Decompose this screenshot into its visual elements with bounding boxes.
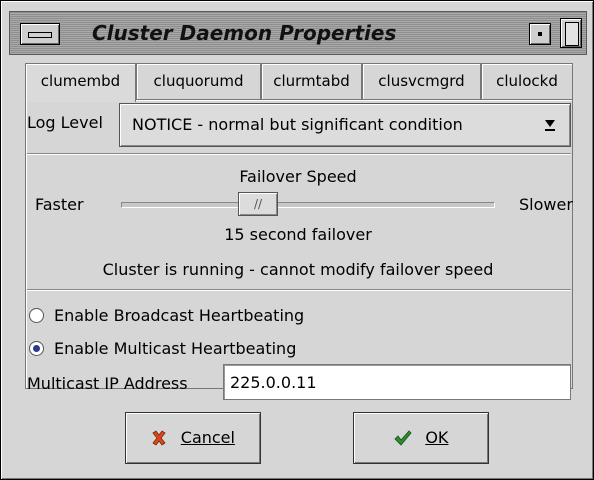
tab-clurmtabd[interactable]: clurmtabd	[261, 63, 362, 100]
window-title: Cluster Daemon Properties	[92, 21, 397, 45]
multicast-ip-label: Multicast IP Address	[27, 374, 188, 393]
broadcast-radio[interactable]	[29, 308, 44, 323]
log-level-label: Log Level	[27, 113, 103, 132]
failover-speed-slider-track[interactable]	[121, 202, 495, 208]
failover-speed-slider-thumb[interactable]: //	[238, 192, 278, 216]
cancel-label: Cancel	[180, 428, 235, 447]
failover-speed-title: Failover Speed	[239, 167, 357, 186]
failover-value-text: 15 second failover	[224, 225, 372, 244]
chevron-down-icon	[538, 110, 562, 140]
divider	[27, 153, 571, 155]
tab-clulockd[interactable]: clulockd	[481, 63, 573, 100]
slider-min-label: Faster	[35, 195, 84, 214]
cancel-button[interactable]: Cancel	[125, 412, 261, 464]
multicast-ip-input[interactable]	[223, 364, 571, 400]
multicast-heartbeat-option[interactable]: Enable Multicast Heartbeating	[29, 339, 296, 358]
divider	[27, 289, 571, 291]
broadcast-label: Enable Broadcast Heartbeating	[54, 306, 305, 325]
checkmark-icon	[394, 428, 418, 449]
cluster-status-text: Cluster is running - cannot modify failo…	[102, 260, 494, 279]
title-bar[interactable]: Cluster Daemon Properties	[9, 11, 587, 55]
window-menu-button[interactable]	[20, 23, 60, 45]
multicast-label: Enable Multicast Heartbeating	[54, 339, 297, 358]
tab-clusvcmgrd[interactable]: clusvcmgrd	[362, 63, 481, 100]
broadcast-heartbeat-option[interactable]: Enable Broadcast Heartbeating	[29, 306, 304, 325]
slider-max-label: Slower	[519, 195, 573, 214]
ok-button[interactable]: OK	[353, 412, 489, 464]
dialog-window: Cluster Daemon Properties clumembd cluqu…	[0, 0, 594, 480]
minimize-button[interactable]	[529, 23, 551, 45]
maximize-button[interactable]	[560, 18, 582, 48]
tab-clumembd[interactable]: clumembd	[25, 63, 136, 102]
x-icon	[151, 428, 173, 449]
multicast-radio[interactable]	[29, 341, 44, 356]
log-level-select[interactable]: NOTICE - normal but significant conditio…	[119, 103, 571, 147]
tab-cluquorumd[interactable]: cluquorumd	[136, 63, 261, 100]
ok-label: OK	[425, 428, 449, 447]
log-level-value: NOTICE - normal but significant conditio…	[132, 115, 463, 134]
